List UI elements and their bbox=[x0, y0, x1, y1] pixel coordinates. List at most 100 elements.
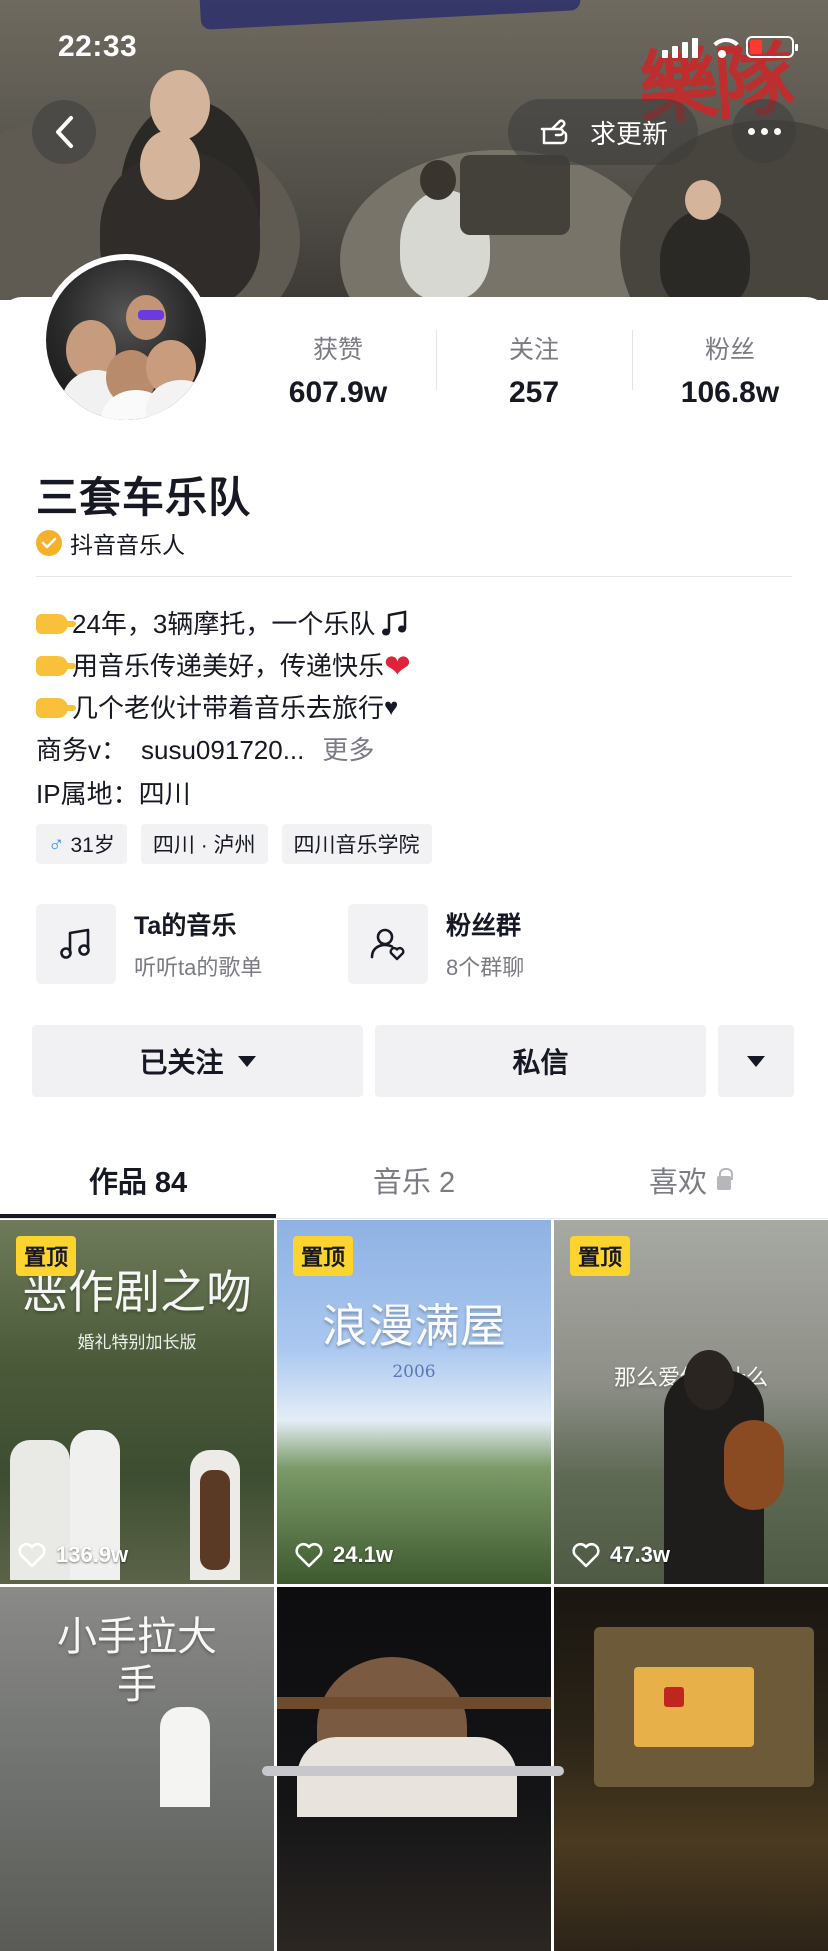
tab-music[interactable]: 音乐 2 bbox=[276, 1142, 552, 1218]
stat-value: 607.9w bbox=[288, 376, 388, 409]
profile-bio: 24年，3辆摩托，一个乐队 用音乐传递美好，传递快乐 ❤ 几个老伙计带着音乐去旅… bbox=[36, 603, 411, 815]
tab-works[interactable]: 作品 84 bbox=[0, 1142, 276, 1218]
likes-count: 47.3w bbox=[610, 1542, 670, 1567]
status-icons bbox=[662, 36, 798, 58]
video-thumbnail[interactable]: 浪漫满屋 2006 置顶 24.1w bbox=[277, 1220, 551, 1584]
tab-label: 音乐 2 bbox=[372, 1167, 456, 1199]
stat-label: 关注 bbox=[508, 336, 559, 364]
music-note-icon bbox=[36, 904, 116, 984]
followed-label: 已关注 bbox=[139, 1047, 224, 1078]
more-options-button[interactable] bbox=[732, 99, 796, 163]
tab-label: 作品 84 bbox=[88, 1167, 188, 1199]
request-update-button[interactable]: 求更新 bbox=[508, 99, 698, 165]
tag-text: 四川 · 泸州 bbox=[152, 834, 256, 857]
entry-subtitle: 8个群聊 bbox=[446, 955, 525, 980]
signal-icon bbox=[662, 38, 698, 58]
business-contact: susu091720... bbox=[141, 735, 305, 765]
video-likes: 24.1w bbox=[295, 1542, 393, 1568]
profile-tags: ♂ 31岁 四川 · 泸州 四川音乐学院 bbox=[36, 824, 432, 864]
more-dot-icon bbox=[773, 127, 781, 135]
profile-entries: Ta的音乐 听听ta的歌单 粉丝群 8个群聊 bbox=[36, 904, 660, 984]
tag-location: 四川 · 泸州 bbox=[140, 824, 268, 864]
pointing-hand-icon bbox=[36, 698, 76, 718]
entry-title: 粉丝群 bbox=[446, 912, 522, 940]
back-button[interactable] bbox=[32, 100, 96, 164]
tab-divider bbox=[0, 1218, 828, 1219]
stat-likes[interactable]: 获赞 607.9w bbox=[240, 330, 436, 410]
ip-location: IP属地：四川 bbox=[36, 779, 191, 809]
divider bbox=[36, 576, 792, 577]
chevron-left-icon bbox=[56, 116, 73, 148]
heart-outline-icon bbox=[18, 1542, 46, 1568]
video-title-overlay: 小手拉大手 bbox=[57, 1614, 217, 1708]
wifi-icon bbox=[708, 38, 744, 58]
bio-line: 几个老伙计带着音乐去旅行 bbox=[72, 693, 385, 723]
bio-line: 24年，3辆摩托，一个乐队 bbox=[72, 609, 376, 639]
tag-text: 31岁 bbox=[70, 834, 115, 857]
caret-down-icon bbox=[237, 1055, 256, 1067]
more-dot-icon bbox=[747, 127, 755, 135]
tag-text: 四川音乐学院 bbox=[293, 834, 420, 857]
more-dot-icon bbox=[760, 127, 768, 135]
verified-badge[interactable]: 抖音音乐人 bbox=[36, 526, 185, 560]
video-thumbnail[interactable]: 小手拉大手 bbox=[0, 1587, 274, 1951]
tab-likes[interactable]: 喜欢 bbox=[552, 1142, 828, 1218]
business-prefix: 商务v： bbox=[36, 735, 128, 765]
stat-followers[interactable]: 粉丝 106.8w bbox=[632, 330, 828, 410]
status-time: 22:33 bbox=[58, 30, 138, 63]
stat-following[interactable]: 关注 257 bbox=[436, 330, 632, 410]
pointing-hand-icon bbox=[36, 656, 76, 676]
pointing-hand-icon bbox=[36, 614, 76, 634]
entry-fan-group[interactable]: 粉丝群 8个群聊 bbox=[348, 904, 660, 984]
video-grid: 恶作剧之吻 婚礼特别加长版 置顶 136.9w 浪漫满屋 2006 置顶 24.… bbox=[0, 1220, 828, 1951]
video-likes: 136.9w bbox=[18, 1542, 128, 1568]
hand-pointing-icon bbox=[540, 119, 568, 145]
music-note-emoji-icon bbox=[382, 610, 407, 636]
black-heart-icon: ♥ bbox=[384, 694, 399, 721]
avatar[interactable] bbox=[40, 254, 212, 426]
verified-check-icon bbox=[36, 530, 62, 556]
bio-more-link[interactable]: 更多 bbox=[322, 729, 374, 771]
lock-icon bbox=[717, 1168, 733, 1190]
stat-value: 106.8w bbox=[680, 376, 780, 409]
message-label: 私信 bbox=[512, 1047, 569, 1078]
stat-label: 粉丝 bbox=[704, 336, 755, 364]
content-tabs: 作品 84 音乐 2 喜欢 bbox=[0, 1142, 828, 1218]
profile-stats: 获赞 607.9w 关注 257 粉丝 106.8w bbox=[240, 330, 828, 410]
home-indicator bbox=[262, 1766, 564, 1776]
video-thumbnail[interactable]: 那么爱你为什么 置顶 47.3w bbox=[554, 1220, 828, 1584]
followed-button[interactable]: 已关注 bbox=[32, 1025, 363, 1097]
battery-icon bbox=[746, 36, 798, 58]
stat-value: 257 bbox=[508, 376, 560, 409]
video-thumbnail[interactable]: 恶作剧之吻 婚礼特别加长版 置顶 136.9w bbox=[0, 1220, 274, 1584]
video-thumbnail[interactable] bbox=[554, 1587, 828, 1951]
video-title-overlay: 浪漫满屋 bbox=[322, 1299, 506, 1353]
tab-label: 喜欢 bbox=[648, 1167, 707, 1199]
male-icon: ♂ bbox=[48, 831, 65, 856]
video-subtitle-overlay: 婚礼特别加长版 bbox=[77, 1333, 197, 1353]
tag-school[interactable]: 四川音乐学院 bbox=[281, 824, 432, 864]
profile-actions: 已关注 私信 bbox=[32, 1025, 794, 1097]
caret-down-icon bbox=[747, 1055, 765, 1067]
entry-subtitle: 听听ta的歌单 bbox=[134, 955, 263, 980]
recommend-dropdown-button[interactable] bbox=[718, 1025, 794, 1097]
heart-outline-icon bbox=[572, 1542, 600, 1568]
red-heart-icon: ❤ bbox=[384, 648, 411, 684]
stat-label: 获赞 bbox=[312, 336, 363, 364]
request-update-label: 求更新 bbox=[589, 118, 668, 149]
video-likes: 47.3w bbox=[572, 1542, 670, 1568]
message-button[interactable]: 私信 bbox=[375, 1025, 706, 1097]
bio-line: 用音乐传递美好，传递快乐 bbox=[72, 651, 385, 681]
profile-name: 三套车乐队 bbox=[36, 474, 252, 521]
likes-count: 136.9w bbox=[56, 1542, 129, 1567]
heart-outline-icon bbox=[295, 1542, 323, 1568]
pinned-badge: 置顶 bbox=[293, 1236, 354, 1276]
tag-age: ♂ 31岁 bbox=[36, 824, 127, 864]
pinned-badge: 置顶 bbox=[570, 1236, 631, 1276]
fan-group-icon bbox=[348, 904, 428, 984]
entry-music[interactable]: Ta的音乐 听听ta的歌单 bbox=[36, 904, 348, 984]
verified-label: 抖音音乐人 bbox=[70, 532, 185, 558]
entry-title: Ta的音乐 bbox=[134, 912, 237, 940]
video-subtitle-overlay: 2006 bbox=[392, 1362, 436, 1382]
likes-count: 24.1w bbox=[333, 1542, 393, 1567]
